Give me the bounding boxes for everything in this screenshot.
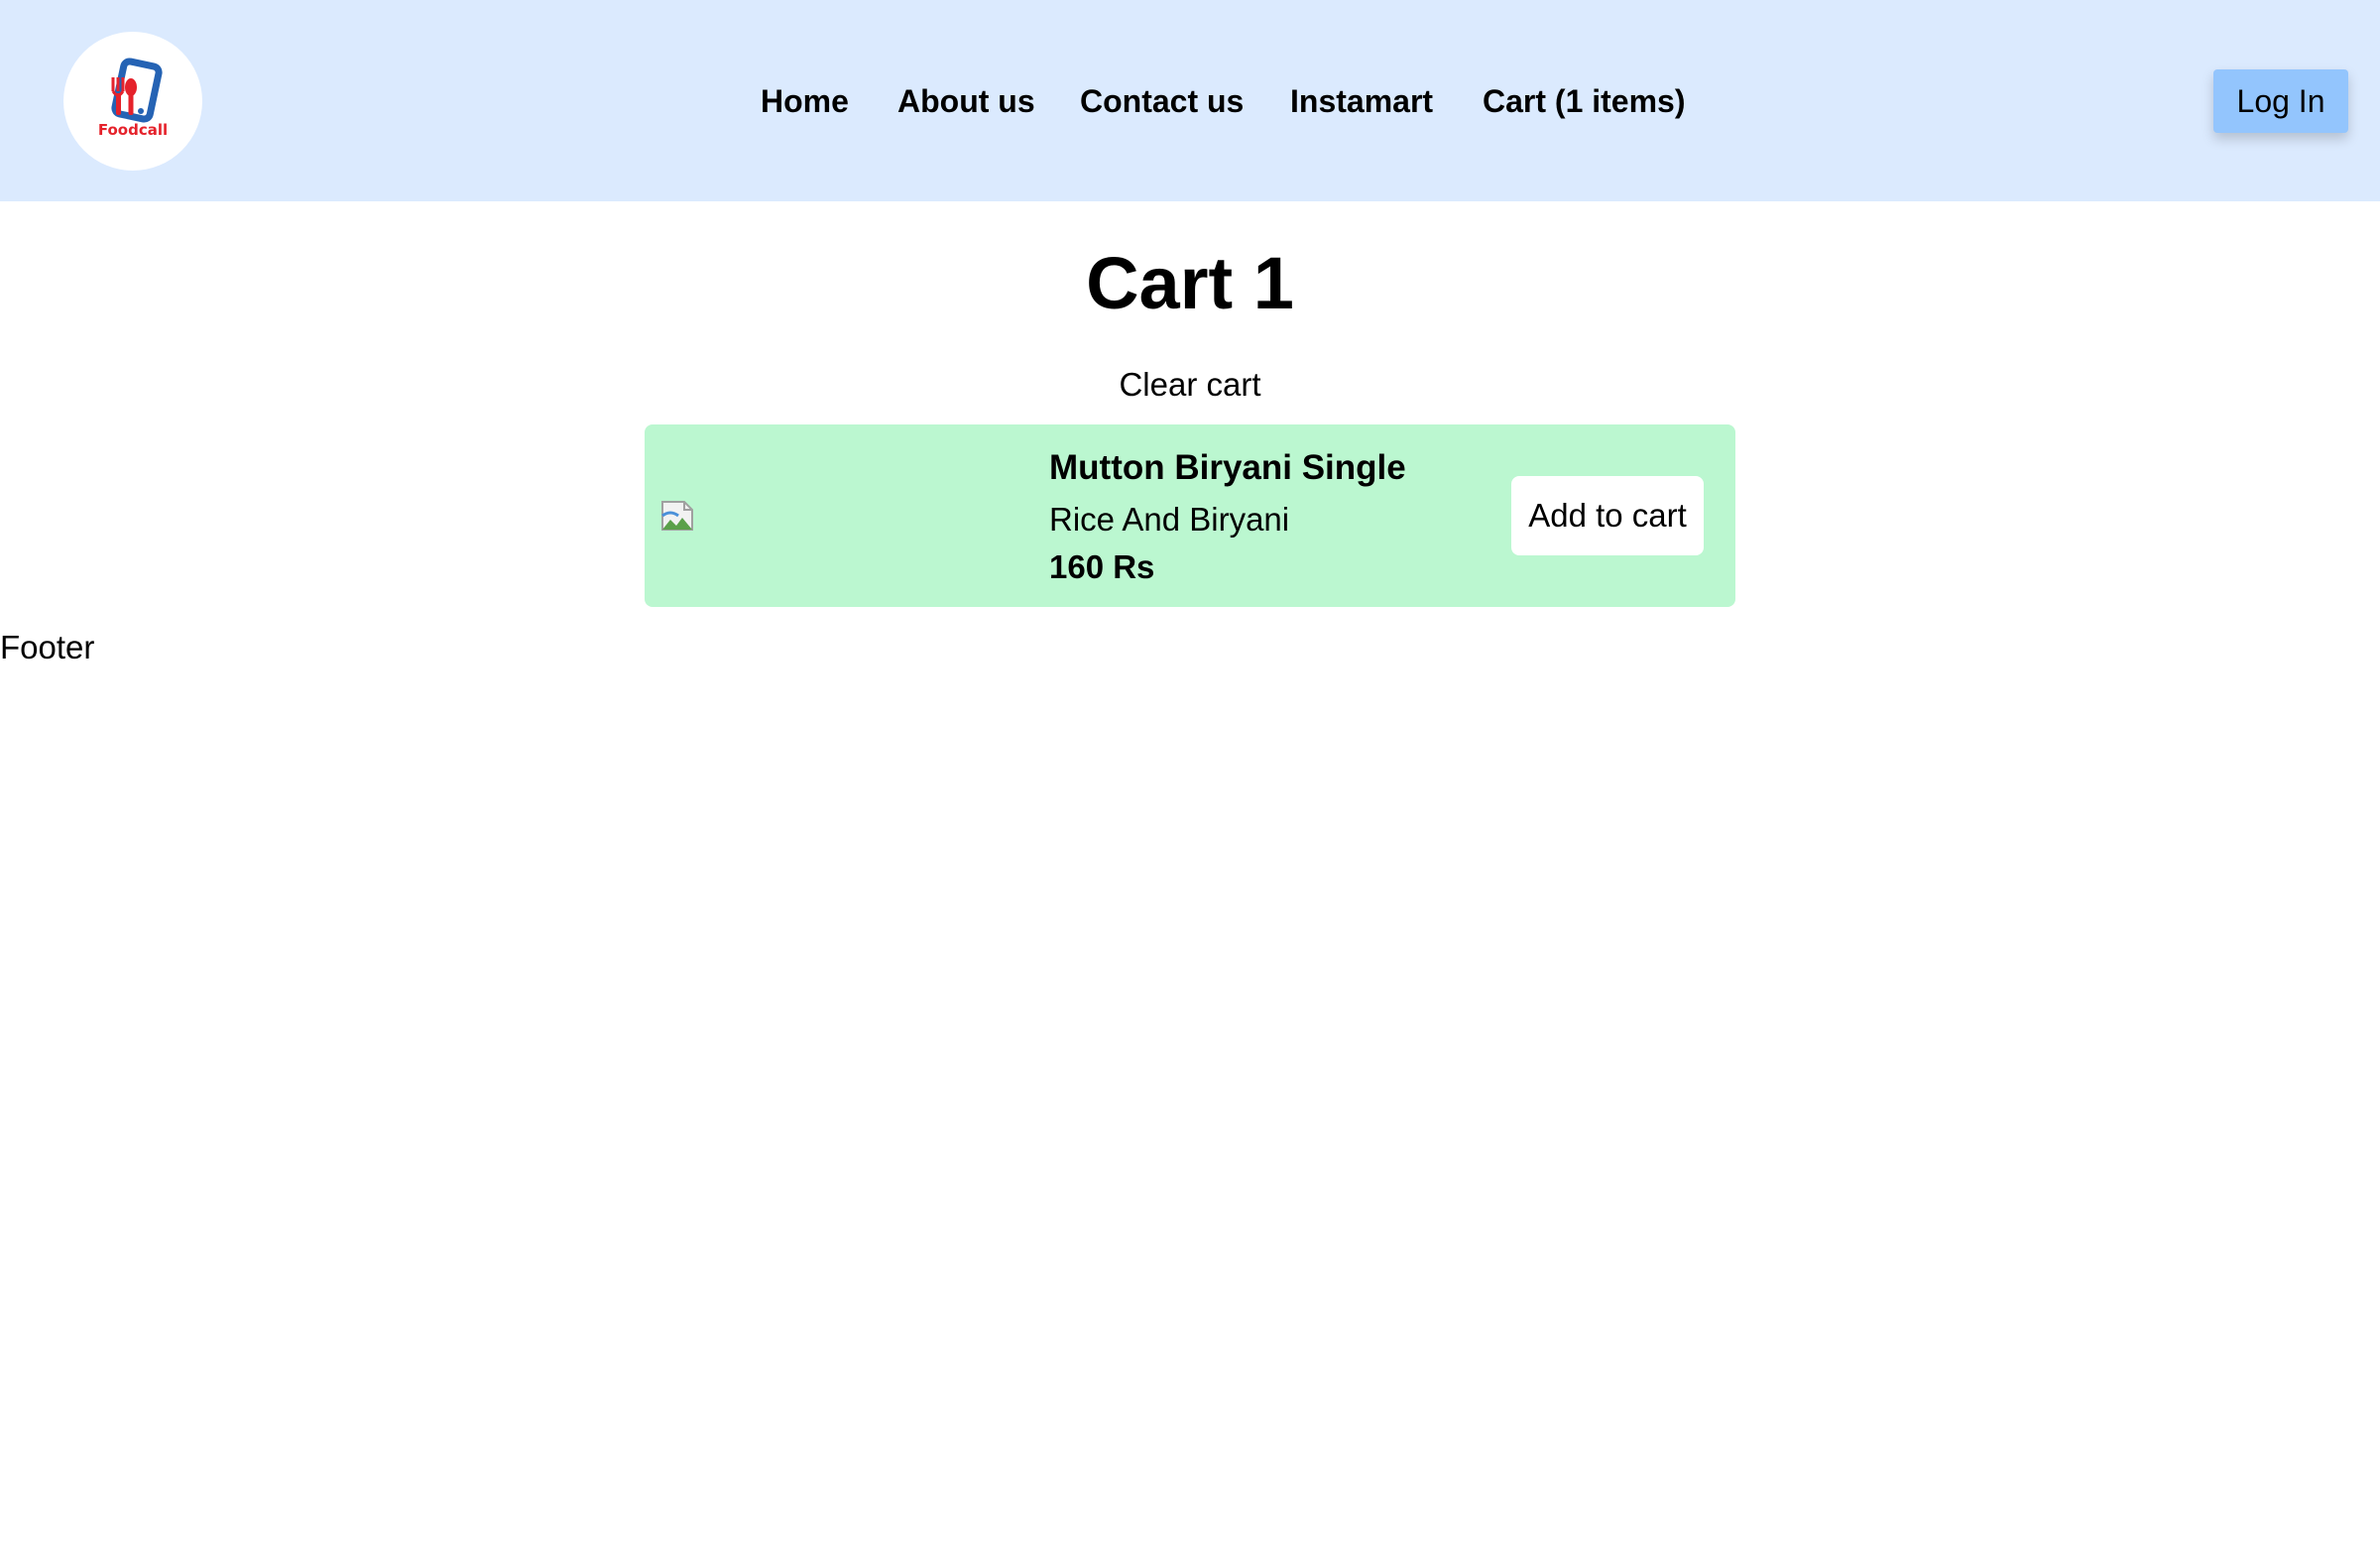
page-footer: Footer: [0, 629, 95, 665]
item-category: Rice And Biryani: [1049, 501, 1290, 538]
item-name: Mutton Biryani Single: [1049, 448, 1406, 487]
login-button[interactable]: Log In: [2213, 69, 2348, 133]
add-to-cart-button[interactable]: Add to cart: [1511, 476, 1704, 555]
nav-cart-link[interactable]: Cart (1 items): [1483, 77, 1686, 125]
foodcall-logo[interactable]: Foodcall: [63, 32, 202, 171]
phone-fork-logo-icon: [111, 58, 163, 123]
item-price: 160 Rs: [1049, 548, 1155, 585]
page-title: Cart 1: [1086, 242, 1294, 324]
nav-about-link[interactable]: About us: [897, 77, 1035, 125]
site-header: Foodcall Home About us Contact us Instam…: [0, 0, 2380, 201]
nav-instamart-link[interactable]: Instamart: [1290, 77, 1433, 125]
nav-home-link[interactable]: Home: [761, 77, 849, 125]
nav-contact-link[interactable]: Contact us: [1080, 77, 1244, 125]
logo-wordmark: Foodcall: [97, 121, 169, 139]
cart-item-card: Mutton Biryani Single Rice And Biryani 1…: [645, 424, 1735, 607]
clear-cart-button[interactable]: Clear cart: [1091, 363, 1289, 407]
broken-image-icon: [661, 501, 693, 531]
